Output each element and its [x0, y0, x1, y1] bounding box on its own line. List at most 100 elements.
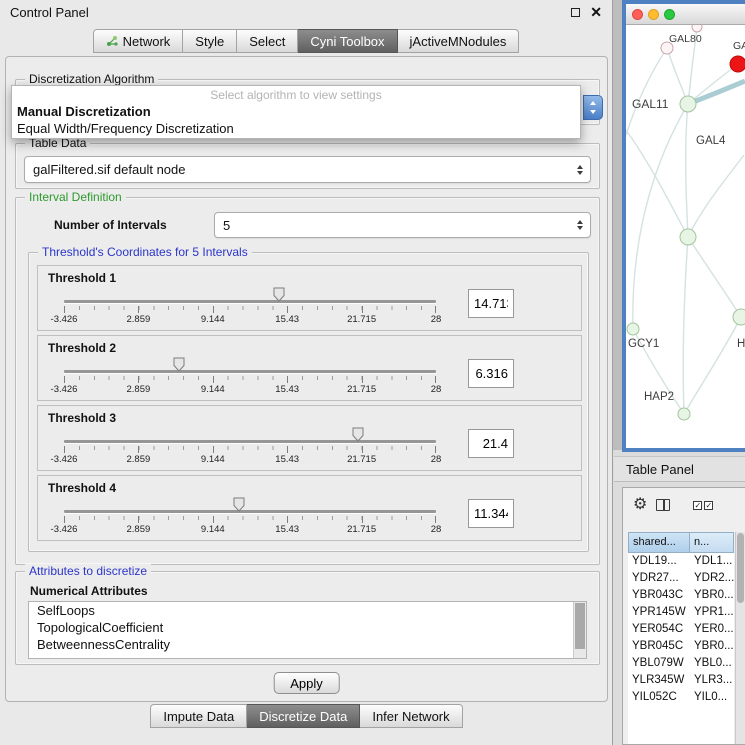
- threshold-1-value-field[interactable]: [468, 289, 514, 318]
- table-row[interactable]: YDR27...YDR2...: [628, 570, 734, 587]
- threshold-1-panel: Threshold 1 -3.4262.8599.14415.4321.7152…: [37, 265, 582, 331]
- threshold-3-panel: Threshold 3 -3.4262.8599.14415.4321.7152…: [37, 405, 582, 471]
- slider-thumb[interactable]: [232, 497, 245, 512]
- apply-button[interactable]: Apply: [273, 672, 340, 694]
- threshold-2-panel: Threshold 2 -3.4262.8599.14415.4321.7152…: [37, 335, 582, 401]
- tab-network[interactable]: Network: [93, 29, 184, 53]
- group-title: Threshold's Coordinates for 5 Intervals: [38, 245, 252, 259]
- checkbox-icon[interactable]: ✓: [693, 501, 702, 510]
- group-title: Interval Definition: [25, 190, 126, 204]
- numerical-attributes-label: Numerical Attributes: [30, 584, 148, 598]
- tab-jactivemnodules[interactable]: jActiveMNodules: [398, 29, 520, 53]
- network-view-window: GAL80 GA GAL11 GAL4 GCY1 H HAP2: [622, 0, 745, 452]
- table-row[interactable]: YLR345WYLR3...: [628, 672, 734, 689]
- number-of-intervals-combo[interactable]: 5: [214, 212, 591, 238]
- slider-ticks: [64, 516, 436, 523]
- network-node-gcy1[interactable]: [627, 323, 639, 335]
- threshold-4-slider[interactable]: -3.4262.8599.14415.4321.71528: [50, 496, 450, 538]
- network-canvas[interactable]: GAL80 GA GAL11 GAL4 GCY1 H HAP2: [626, 25, 745, 448]
- checkbox-icon[interactable]: ✓: [704, 501, 713, 510]
- tab-label: Cyni Toolbox: [310, 34, 384, 49]
- cyni-toolbox-panel: Discretization Algorithm Select algorith…: [5, 56, 608, 702]
- table-row[interactable]: YER054CYER0...: [628, 621, 734, 638]
- gear-icon[interactable]: ⚙: [633, 497, 647, 513]
- threshold-coordinates-group: Threshold's Coordinates for 5 Intervals …: [28, 252, 589, 552]
- tab-label: Infer Network: [372, 709, 449, 724]
- node-label-cut: H: [737, 338, 745, 350]
- tab-discretize-data[interactable]: Discretize Data: [247, 704, 360, 728]
- threshold-label: Threshold 4: [48, 481, 116, 495]
- list-item[interactable]: SelfLoops: [29, 602, 586, 619]
- tab-cyni-toolbox[interactable]: Cyni Toolbox: [298, 29, 397, 53]
- table-row[interactable]: YDL19...YDL1...: [628, 553, 734, 570]
- threshold-2-value-field[interactable]: [468, 359, 514, 388]
- column-visibility-checkboxes[interactable]: ✓ ✓: [693, 501, 713, 510]
- table-row[interactable]: YBR045CYBR0...: [628, 638, 734, 655]
- network-window-titlebar[interactable]: [626, 4, 745, 25]
- table-row[interactable]: YBL079WYBL0...: [628, 655, 734, 672]
- table-row[interactable]: YBR043CYBR0...: [628, 587, 734, 604]
- close-icon[interactable]: ✕: [590, 5, 602, 19]
- threshold-1-slider[interactable]: -3.4262.8599.14415.4321.71528: [50, 286, 450, 328]
- tab-impute-data[interactable]: Impute Data: [150, 704, 247, 728]
- tab-label: Select: [249, 34, 285, 49]
- algorithm-dropdown-popup: Select algorithm to view settings Manual…: [11, 85, 581, 139]
- close-traffic-light-icon[interactable]: [632, 9, 643, 20]
- numerical-attributes-list: SelfLoops TopologicalCoefficient Between…: [28, 601, 587, 659]
- column-header-shared-name[interactable]: shared...: [628, 532, 690, 553]
- table-row[interactable]: YIL052CYIL0...: [628, 689, 734, 706]
- node-label-gcy1: GCY1: [628, 338, 659, 350]
- table-scrollbar[interactable]: [735, 532, 745, 744]
- threshold-4-panel: Threshold 4 -3.4262.8599.14415.4321.7152…: [37, 475, 582, 541]
- list-item[interactable]: BetweennessCentrality: [29, 636, 586, 653]
- threshold-4-value-field[interactable]: [468, 499, 514, 528]
- tab-select[interactable]: Select: [237, 29, 298, 53]
- slider-thumb[interactable]: [173, 357, 186, 372]
- node-label-gal4: GAL4: [696, 135, 725, 147]
- combo-arrows-icon: [577, 165, 583, 175]
- threshold-3-value-field[interactable]: [468, 429, 514, 458]
- panel-title: Control Panel: [10, 5, 89, 20]
- number-of-intervals-label: Number of Intervals: [54, 218, 167, 232]
- node-label-hap2: HAP2: [644, 391, 674, 403]
- threshold-label: Threshold 3: [48, 411, 116, 425]
- node-label-gal11: GAL11: [632, 97, 668, 111]
- network-node-hap2[interactable]: [678, 408, 690, 420]
- node-label-cut: GA: [733, 40, 745, 52]
- network-node[interactable]: [733, 309, 745, 325]
- slider-scale: -3.4262.8599.14415.4321.71528: [64, 384, 436, 395]
- network-node-selected-red[interactable]: [730, 56, 745, 72]
- table-data-value: galFiltered.sif default node: [33, 162, 185, 177]
- network-node[interactable]: [680, 229, 696, 245]
- columns-icon[interactable]: [656, 499, 670, 511]
- list-scrollbar[interactable]: [573, 602, 586, 658]
- network-node-gal11[interactable]: [680, 96, 696, 112]
- slider-thumb[interactable]: [351, 427, 364, 442]
- table-panel-header[interactable]: Table Panel: [614, 456, 745, 482]
- interval-definition-group: Interval Definition Number of Intervals …: [15, 197, 600, 565]
- table-toolbar: ⚙ ✓ ✓: [623, 488, 745, 522]
- option-equal-width-frequency[interactable]: Equal Width/Frequency Discretization: [12, 120, 580, 137]
- minimize-traffic-light-icon[interactable]: [648, 9, 659, 20]
- network-icon: [106, 35, 118, 47]
- tab-infer-network[interactable]: Infer Network: [360, 704, 462, 728]
- slider-scale: -3.4262.8599.14415.4321.71528: [64, 314, 436, 325]
- list-item[interactable]: TopologicalCoefficient: [29, 619, 586, 636]
- threshold-3-slider[interactable]: -3.4262.8599.14415.4321.71528: [50, 426, 450, 468]
- group-title: Discretization Algorithm: [25, 72, 158, 86]
- table-data-combo[interactable]: galFiltered.sif default node: [24, 156, 591, 183]
- threshold-label: Threshold 1: [48, 271, 116, 285]
- slider-ticks: [64, 376, 436, 383]
- tab-style[interactable]: Style: [183, 29, 237, 53]
- option-manual-discretization[interactable]: Manual Discretization: [12, 103, 580, 120]
- zoom-traffic-light-icon[interactable]: [664, 9, 675, 20]
- tab-label: Impute Data: [163, 709, 234, 724]
- slider-scale: -3.4262.8599.14415.4321.71528: [64, 524, 436, 535]
- float-window-icon[interactable]: [571, 8, 580, 17]
- threshold-2-slider[interactable]: -3.4262.8599.14415.4321.71528: [50, 356, 450, 398]
- algorithm-combo-arrow-button[interactable]: [583, 95, 603, 120]
- table-row[interactable]: YPR145WYPR1...: [628, 604, 734, 621]
- network-node[interactable]: [692, 25, 702, 32]
- column-header-name[interactable]: n...: [690, 532, 734, 553]
- slider-thumb[interactable]: [272, 287, 285, 302]
